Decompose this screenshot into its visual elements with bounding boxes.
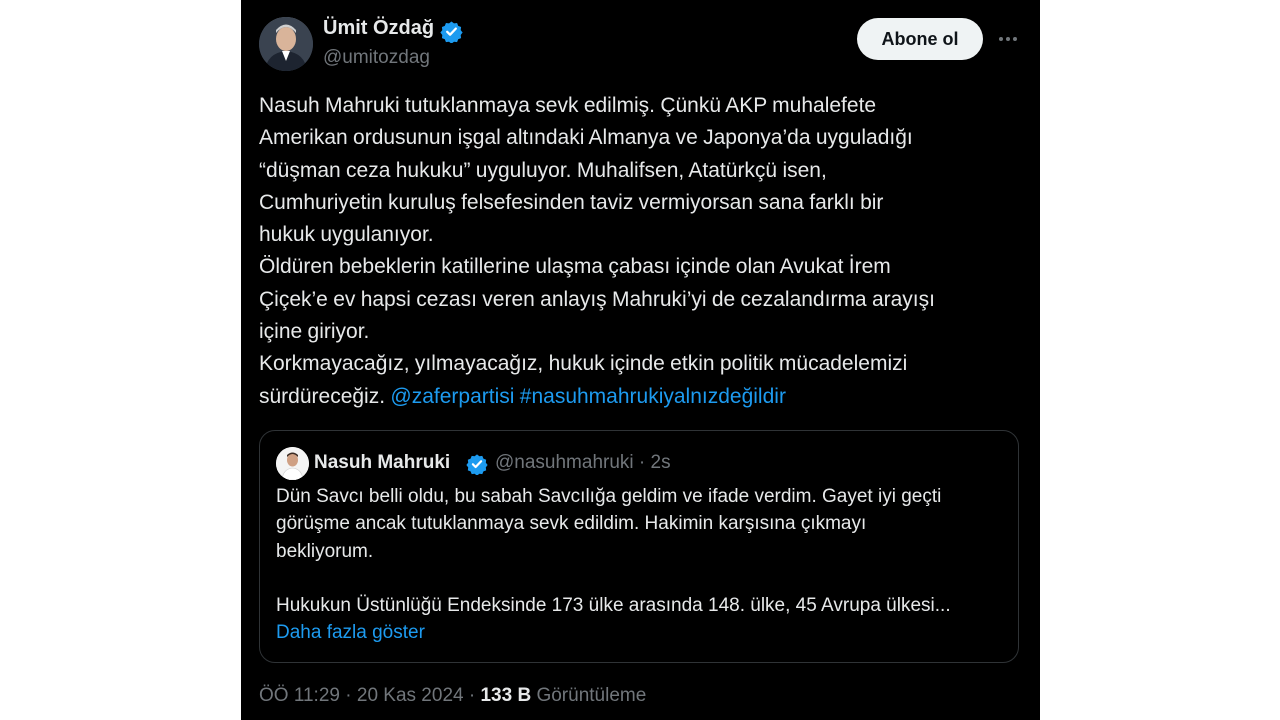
author-name[interactable]: Ümit Özdağ (323, 17, 434, 40)
quote-author-handle[interactable]: @nasuhmahruki (495, 452, 634, 473)
hashtag-link[interactable]: #nasuhmahrukiyalnızdeğildir (520, 385, 786, 408)
views-count: 133 B (480, 685, 532, 706)
show-more-link[interactable]: Daha fazla göster (276, 619, 425, 646)
meta-separator: · (345, 685, 352, 706)
tweet-meta: ÖÖ 11:29 · 20 Kas 2024 · 133 B Görüntüle… (259, 685, 646, 707)
more-dot (1013, 37, 1017, 41)
quote-meta: @nasuhmahruki · 2s (495, 452, 671, 474)
follow-button[interactable]: Abone ol (857, 18, 983, 60)
more-dot (999, 37, 1003, 41)
quote-text: Dün Savcı belli oldu, bu sabah Savcılığa… (276, 486, 942, 562)
more-dot (1006, 37, 1010, 41)
mention-link[interactable]: @zaferpartisi (390, 385, 514, 408)
tweet-date[interactable]: 20 Kas 2024 (357, 685, 464, 706)
author-handle[interactable]: @umitozdag (323, 47, 430, 69)
quote-author-avatar[interactable] (276, 447, 309, 480)
tweet-text: Nasuh Mahruki tutuklanmaya sevk edilmiş.… (259, 90, 1024, 413)
tweet-body: Nasuh Mahruki tutuklanmaya sevk edilmiş.… (259, 94, 935, 408)
views-label: Görüntüleme (536, 685, 647, 706)
more-options-icon[interactable] (993, 24, 1023, 54)
quote-author-name[interactable]: Nasuh Mahruki (314, 452, 450, 474)
author-avatar[interactable] (259, 17, 313, 71)
quote-separator: · (638, 452, 646, 473)
quoted-tweet-card[interactable]: Nasuh Mahruki @nasuhmahruki · 2s Dün Sav… (259, 430, 1019, 663)
meta-separator: · (468, 685, 476, 706)
quote-text-truncated: Hukukun Üstünlüğü Endeksinde 173 ülke ar… (276, 595, 951, 616)
quote-verified-badge-icon (466, 454, 488, 475)
tweet-panel: Ümit Özdağ @umitozdag Abone ol Nasuh Mah… (241, 0, 1040, 720)
tweet-time[interactable]: ÖÖ 11:29 (259, 685, 340, 706)
quote-time[interactable]: 2s (651, 452, 671, 473)
verified-badge-icon (440, 21, 463, 43)
